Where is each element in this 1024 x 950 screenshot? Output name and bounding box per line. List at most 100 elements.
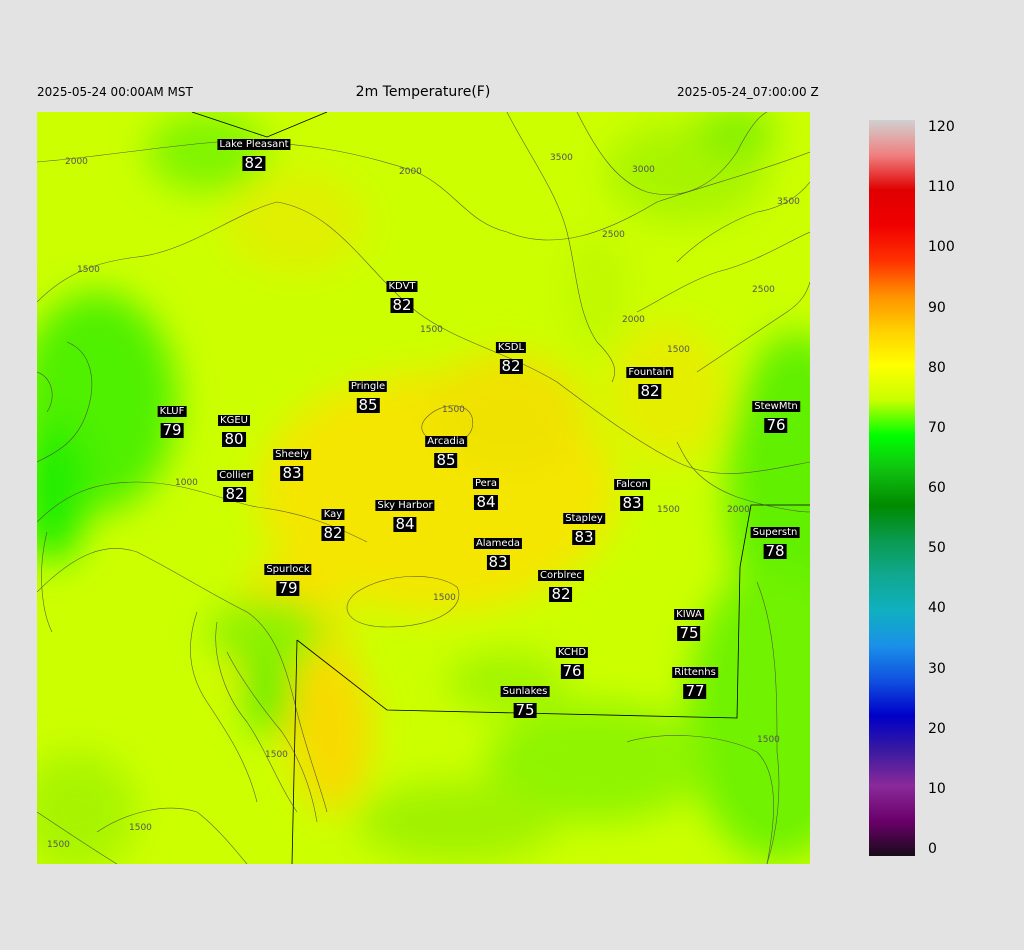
station-name: Superstn: [750, 527, 800, 538]
station-name: Collier: [217, 470, 253, 481]
station-temperature: 84: [393, 515, 417, 533]
station-temperature: 76: [764, 416, 788, 434]
colorbar-tick-label: 70: [928, 419, 946, 436]
colorbar-tick-label: 50: [928, 540, 946, 557]
contour-label: 1500: [77, 265, 100, 275]
station-temperature: 85: [356, 396, 380, 414]
colorbar-tick-label: 90: [928, 299, 946, 316]
colorbar-tick-label: 60: [928, 480, 946, 496]
contour-label: 2500: [752, 285, 775, 295]
station-temperature: 80: [222, 430, 246, 448]
contour-label: 2000: [399, 167, 422, 177]
temperature-field: 2000 2000 3500 3000 3500 2500 2500 1500 …: [37, 112, 810, 864]
station-marker[interactable]: KDVT 82: [386, 281, 418, 314]
station-name: Alameda: [473, 538, 523, 549]
station-marker[interactable]: Pera 84: [472, 478, 500, 511]
station-name: KIWA: [674, 609, 704, 620]
station-marker[interactable]: Alameda 83: [473, 538, 523, 571]
colorbar-tick-label: 40: [928, 600, 946, 617]
colorbar-tick-label: 100: [928, 239, 955, 256]
station-name: KGEU: [218, 415, 250, 426]
contour-label: 2000: [65, 157, 88, 167]
station-marker[interactable]: KSDL 82: [495, 342, 527, 374]
station-marker[interactable]: Corblrec 82: [538, 570, 584, 602]
colorbar-tick-label: 110: [928, 179, 955, 196]
station-marker[interactable]: KGEU 80: [218, 415, 250, 447]
station-marker[interactable]: Sunlakes 75: [500, 686, 550, 719]
station-name: Kay: [321, 509, 345, 520]
station-marker[interactable]: Arcadia 85: [425, 436, 467, 468]
station-marker[interactable]: Fountain 82: [626, 367, 674, 399]
station-temperature: 83: [572, 528, 596, 546]
contour-label: 1500: [657, 505, 680, 515]
station-name: Corblrec: [538, 570, 584, 581]
colorbar-tick-label: 20: [928, 720, 946, 737]
contour-label: 1000: [175, 478, 198, 488]
colorbar-tick-label: 30: [928, 660, 946, 677]
temperature-map[interactable]: 2000 2000 3500 3000 3500 2500 2500 1500 …: [37, 112, 810, 864]
station-name: KLUF: [157, 406, 187, 417]
contour-label: 3500: [550, 153, 573, 163]
station-temperature: 83: [280, 464, 304, 482]
station-temperature: 78: [763, 542, 787, 560]
station-temperature: 82: [321, 524, 345, 542]
contour-label: 1500: [757, 735, 780, 745]
station-marker[interactable]: KCHD 76: [555, 647, 589, 679]
colorbar: [869, 120, 915, 856]
contour-label: 1500: [442, 405, 465, 415]
station-name: Spurlock: [264, 564, 312, 575]
station-marker[interactable]: Sheely 83: [273, 449, 311, 481]
station-marker[interactable]: Spurlock 79: [264, 564, 312, 597]
station-marker[interactable]: KIWA 75: [674, 609, 704, 641]
station-temperature: 82: [223, 485, 247, 503]
station-marker[interactable]: Pringle 85: [348, 381, 388, 414]
station-temperature: 77: [683, 682, 707, 700]
station-name: Sunlakes: [500, 686, 550, 697]
contour-label: 1500: [667, 345, 690, 355]
station-name: StewMtn: [752, 401, 800, 412]
station-name: KCHD: [555, 647, 589, 658]
contour-label: 3000: [632, 165, 655, 175]
valid-time-utc: 2025-05-24_07:00:00 Z: [677, 85, 819, 99]
station-name: Rittenhs: [672, 667, 718, 678]
contour-label: 2500: [602, 230, 625, 240]
station-temperature: 79: [276, 579, 300, 597]
station-temperature: 83: [486, 553, 510, 571]
station-name: Pera: [472, 478, 500, 489]
station-temperature: 82: [390, 296, 414, 314]
station-marker[interactable]: Kay 82: [321, 509, 345, 542]
station-name: Sheely: [273, 449, 311, 460]
contour-label: 3500: [777, 197, 800, 207]
station-name: Stapley: [563, 513, 605, 524]
colorbar-tick-label: 80: [928, 359, 946, 376]
contour-label: 1500: [47, 840, 70, 850]
station-temperature: 75: [677, 624, 701, 642]
station-temperature: 85: [434, 451, 458, 469]
station-marker[interactable]: Stapley 83: [563, 513, 605, 545]
station-name: KSDL: [495, 342, 527, 353]
station-name: Fountain: [626, 367, 674, 378]
station-name: Sky Harbor: [375, 500, 435, 511]
station-marker[interactable]: Collier 82: [217, 470, 253, 502]
station-temperature: 84: [474, 493, 498, 511]
contour-label: 2000: [622, 315, 645, 325]
station-marker[interactable]: StewMtn 76: [752, 401, 800, 433]
station-marker[interactable]: Rittenhs 77: [672, 667, 718, 699]
station-marker[interactable]: Superstn 78: [750, 527, 800, 560]
contour-label: 1500: [433, 593, 456, 603]
station-name: Arcadia: [425, 436, 467, 447]
station-marker[interactable]: KLUF 79: [157, 406, 187, 438]
contour-label: 2000: [727, 505, 750, 515]
contour-label: 1500: [265, 750, 288, 760]
station-marker[interactable]: Falcon 83: [614, 479, 650, 511]
station-temperature: 83: [620, 494, 644, 512]
station-temperature: 75: [513, 701, 537, 719]
station-marker[interactable]: Sky Harbor 84: [375, 500, 435, 533]
colorbar-tick-label: 10: [928, 780, 946, 797]
station-name: Falcon: [614, 479, 650, 490]
station-temperature: 82: [549, 585, 573, 603]
contour-label: 1500: [420, 325, 443, 335]
colorbar-tick-label: 0: [928, 841, 937, 857]
station-marker[interactable]: Lake Pleasant 82: [217, 139, 291, 171]
colorbar-fill: [869, 120, 915, 856]
